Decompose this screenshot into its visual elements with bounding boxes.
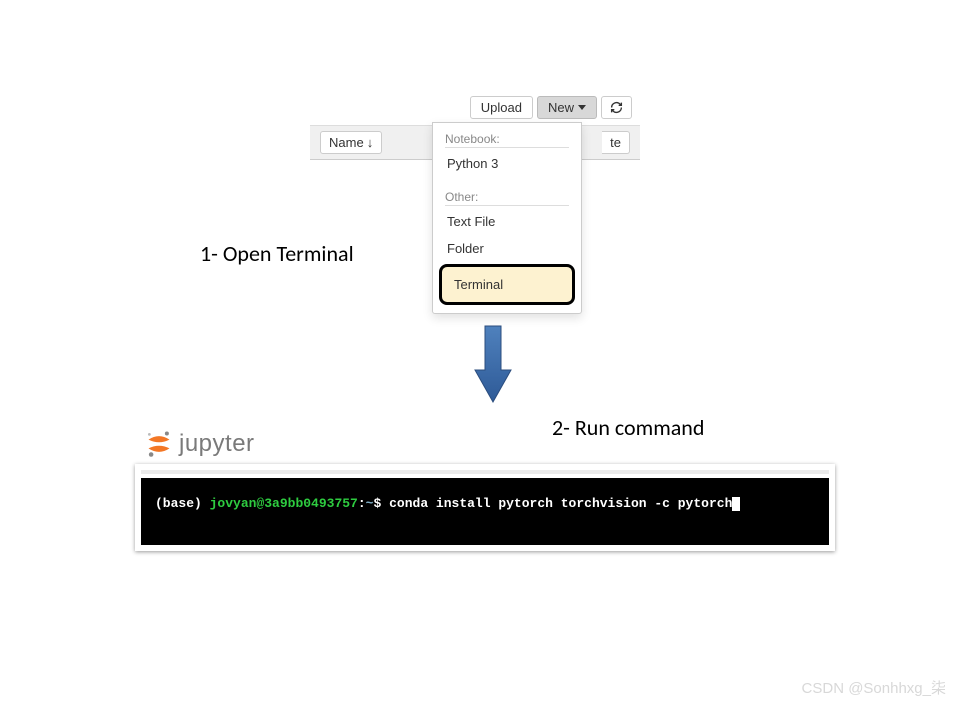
new-dropdown-button[interactable]: New [537,96,597,119]
jupyter-logo: jupyter [145,430,255,458]
new-button-label: New [548,100,574,115]
watermark-text: CSDN @Sonhhxg_柒 [802,677,946,698]
terminal-output[interactable]: (base) jovyan@3a9bb0493757:~$ conda inst… [141,478,829,545]
jupyter-toolbar: Upload New [310,90,640,126]
dropdown-item-terminal[interactable]: Terminal [439,264,575,305]
dropdown-item-python3[interactable]: Python 3 [433,150,581,177]
dropdown-divider [445,147,569,148]
dropdown-divider [445,205,569,206]
jupyter-logo-text: jupyter [179,430,255,458]
terminal-cursor [732,497,740,511]
terminal-env: (base) [155,496,202,511]
terminal-titlebar [141,470,829,474]
terminal-host: jovyan@3a9bb0493757 [210,496,358,511]
refresh-button[interactable] [601,96,632,119]
chevron-down-icon [578,105,586,110]
name-column-label: Name [329,135,364,150]
step-2-annotation: 2- Run command [552,414,704,441]
jupyter-logo-icon [145,430,173,458]
dropdown-item-folder[interactable]: Folder [433,235,581,262]
refresh-icon [610,101,623,114]
terminal-dollar: $ [373,496,381,511]
terminal-window: (base) jovyan@3a9bb0493757:~$ conda inst… [135,464,835,551]
step-1-annotation: 1- Open Terminal [200,240,354,267]
upload-button[interactable]: Upload [470,96,533,119]
dropdown-notebook-header: Notebook: [433,127,581,147]
terminal-colon: : [358,496,366,511]
arrow-down-illustration [472,324,514,404]
header-right-fragment: te [602,131,630,154]
dropdown-item-textfile[interactable]: Text File [433,208,581,235]
new-dropdown-menu: Notebook: Python 3 Other: Text File Fold… [432,122,582,314]
terminal-command: conda install pytorch torchvision -c pyt… [389,496,732,511]
arrow-down-icon: ↓ [367,135,374,150]
dropdown-other-header: Other: [433,185,581,205]
sort-by-name-button[interactable]: Name ↓ [320,131,382,154]
